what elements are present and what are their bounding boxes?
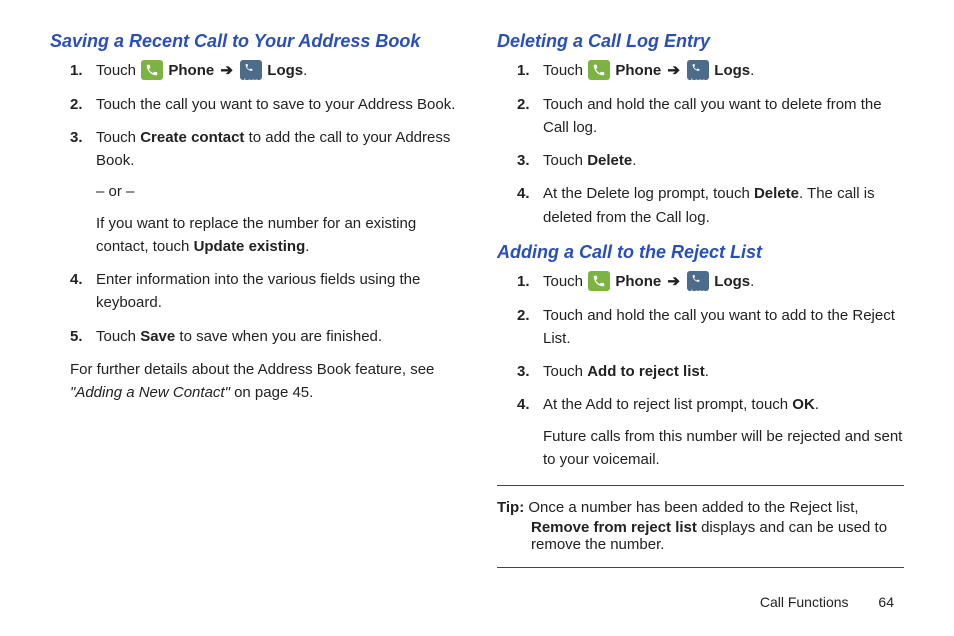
update-existing-label: Update existing [194,238,306,255]
steps-reject: Touch Phone ➔ Logs Logs. Touch and hold … [497,270,904,471]
or-divider: – or – [96,180,457,203]
address-book-note: For further details about the Address Bo… [50,358,457,405]
phone-icon [141,60,163,80]
step-4: Enter information into the various field… [70,268,457,315]
reference-link: "Adding a New Contact" [70,384,230,401]
right-column: Deleting a Call Log Entry Touch Phone ➔ … [497,30,904,578]
page-number: 64 [878,594,894,610]
heading-deleting-call-log: Deleting a Call Log Entry [497,30,904,53]
logs-label: Logs [710,62,750,79]
left-column: Saving a Recent Call to Your Address Boo… [50,30,457,578]
step-5: Touch Save to save when you are finished… [70,325,457,348]
save-label: Save [140,328,175,345]
arrow-icon: ➔ [665,62,682,79]
phone-icon [588,60,610,80]
logs-label: Logs [710,273,750,290]
ok-label: OK [792,396,815,413]
rej-step-4: At the Add to reject list prompt, touch … [517,393,904,471]
delete-label: Delete [754,185,799,202]
heading-adding-reject-list: Adding a Call to the Reject List [497,241,904,264]
steps-saving: Touch Phone ➔ Logs Logs. Touch the call … [50,59,457,348]
logs-icon: Logs [687,60,709,80]
logs-icon: Logs [687,271,709,291]
step-3: Touch Create contact to add the call to … [70,126,457,258]
text: Touch [96,62,140,79]
tip-block: Tip: Once a number has been added to the… [497,496,904,519]
page-footer: Call Functions 64 [760,594,894,610]
step-2: Touch the call you want to save to your … [70,93,457,116]
del-step-2: Touch and hold the call you want to dele… [517,93,904,140]
logs-icon: Logs [240,60,262,80]
steps-deleting: Touch Phone ➔ Logs Logs. Touch and hold … [497,59,904,229]
del-step-4: At the Delete log prompt, touch Delete. … [517,182,904,229]
rej-step-1: Touch Phone ➔ Logs Logs. [517,270,904,293]
divider [497,485,904,486]
rej-step-3: Touch Add to reject list. [517,360,904,383]
divider [497,567,904,568]
del-step-1: Touch Phone ➔ Logs Logs. [517,59,904,82]
add-to-reject-label: Add to reject list [587,363,705,380]
phone-label: Phone [164,62,218,79]
arrow-icon: ➔ [218,62,235,79]
delete-label: Delete [587,152,632,169]
phone-label: Phone [611,273,665,290]
phone-label: Phone [611,62,665,79]
heading-saving-recent-call: Saving a Recent Call to Your Address Boo… [50,30,457,53]
remove-from-reject-label: Remove from reject list [531,519,697,536]
step-1: Touch Phone ➔ Logs Logs. [70,59,457,82]
section-name: Call Functions [760,594,849,610]
rej-step-2: Touch and hold the call you want to add … [517,304,904,351]
del-step-3: Touch Delete. [517,149,904,172]
arrow-icon: ➔ [665,273,682,290]
tip-label: Tip: [497,499,524,516]
logs-label: Logs [263,62,303,79]
create-contact-label: Create contact [140,129,244,146]
phone-icon [588,271,610,291]
future-calls-note: Future calls from this number will be re… [543,425,904,472]
